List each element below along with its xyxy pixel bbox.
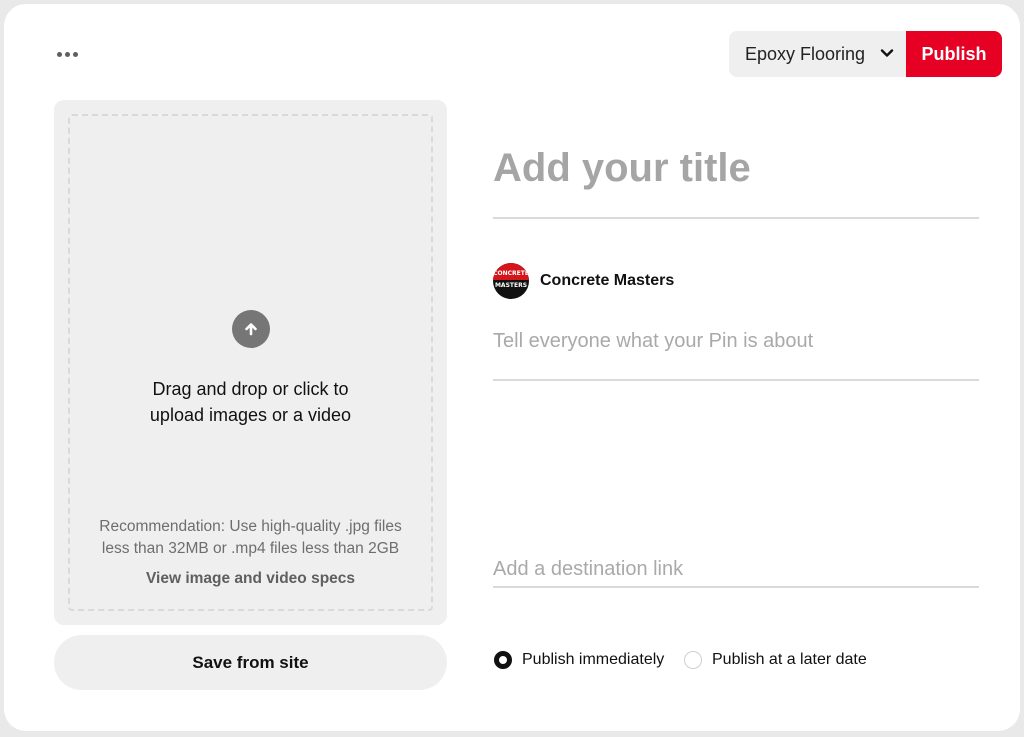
- publish-later-label: Publish at a later date: [712, 651, 867, 668]
- description-input[interactable]: [493, 326, 979, 356]
- destination-link-input[interactable]: [493, 554, 979, 584]
- title-input[interactable]: [493, 136, 979, 200]
- recommendation-line-1: Recommendation: Use high-quality .jpg fi…: [99, 518, 402, 535]
- ellipsis-dot: [72, 51, 78, 57]
- publish-later-option[interactable]: Publish at a later date: [684, 651, 867, 669]
- board-select-label: Epoxy Flooring: [745, 43, 866, 64]
- more-options-button[interactable]: [52, 42, 82, 66]
- upload-dropzone[interactable]: Drag and drop or click to upload images …: [54, 100, 447, 625]
- board-select-dropdown[interactable]: Epoxy Flooring: [729, 31, 906, 77]
- pin-builder-card: Epoxy Flooring Publish Drag and drop or …: [4, 4, 1020, 731]
- avatar: CONCRETE MASTERS: [493, 263, 529, 299]
- save-from-site-button[interactable]: Save from site: [54, 635, 447, 690]
- view-specs-link[interactable]: View image and video specs: [54, 570, 447, 588]
- ellipsis-icon: [56, 51, 62, 57]
- publish-immediately-label: Publish immediately: [522, 651, 665, 668]
- recommendation-line-2: less than 32MB or .mp4 files less than 2…: [101, 540, 400, 557]
- description-underline: [493, 379, 979, 381]
- avatar-text-bottom: MASTERS: [494, 282, 528, 289]
- link-underline: [493, 586, 979, 588]
- title-underline: [493, 217, 979, 219]
- account-name: Concrete Masters: [540, 272, 675, 289]
- radio-selected[interactable]: [494, 651, 512, 669]
- chevron-down-icon: [880, 49, 894, 57]
- radio-unselected[interactable]: [684, 651, 702, 669]
- arrow-up-circle-icon: [232, 310, 270, 348]
- upload-recommendation: Recommendation: Use high-quality .jpg fi…: [54, 516, 447, 560]
- publish-immediately-option[interactable]: Publish immediately: [494, 651, 664, 669]
- upload-instructions: Drag and drop or click to upload images …: [54, 376, 447, 428]
- upload-line-1: Drag and drop or click to: [152, 379, 349, 399]
- ellipsis-dot: [64, 51, 70, 57]
- avatar-text-top: CONCRETE: [493, 270, 529, 277]
- upload-line-2: upload images or a video: [149, 405, 352, 425]
- publish-button[interactable]: Publish: [906, 31, 1002, 77]
